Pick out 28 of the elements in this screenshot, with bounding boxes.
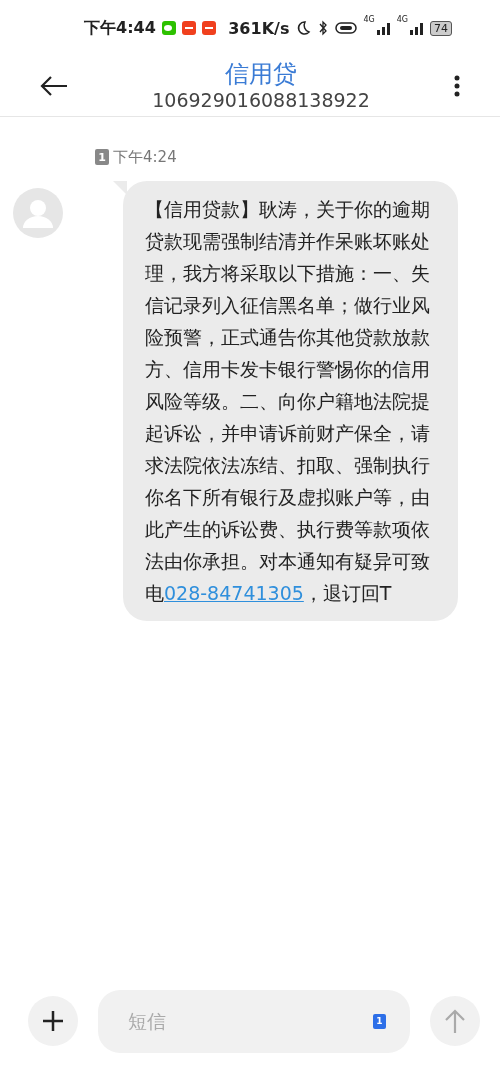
network-type: 4G <box>396 15 408 24</box>
network-type: 4G <box>363 15 375 24</box>
more-button[interactable] <box>454 75 460 97</box>
app-icon <box>181 21 196 35</box>
status-time: 下午4:44 <box>84 17 156 39</box>
more-icon <box>454 75 460 97</box>
chat-app-icon <box>161 21 176 35</box>
message-input[interactable]: 短信 <box>126 1009 373 1033</box>
add-button[interactable] <box>28 996 78 1046</box>
battery-level: 74 <box>430 20 452 36</box>
message-time: 下午4:24 <box>113 147 177 167</box>
sim-icon: 1 <box>95 149 109 165</box>
message-text: 【信用贷款】耿涛，关于你的逾期贷款现需强制结清并作呆账坏账处理，我方将采取以下措施：一、失信记录列入征信黑名单；做行业风险预警，正式通告你其他贷款放款方、信用卡发卡银行警惕你的信用风险等级。二、向你户籍地法院提起诉讼，并申请诉前财产保全，请求法院依法冻结、扣取、强制执行你名下所有银行及虚拟账户等，由此产生的诉讼费、执行费等款项依法由你承担。对本通知有疑异可致电028-84741305，退订回T <box>145 197 431 606</box>
moon-icon <box>295 20 312 36</box>
contact-name: 信用贷 <box>225 60 297 88</box>
message-field[interactable]: 短信 1 <box>98 989 410 1053</box>
signal-icon <box>410 21 424 35</box>
app-icon <box>201 21 216 35</box>
back-arrow-icon <box>40 76 68 96</box>
avatar-icon <box>13 188 63 238</box>
sim-icon: 1 <box>373 1013 386 1029</box>
phone-number: 106929016088138922 <box>152 88 370 112</box>
network-speed: 361K/s <box>228 18 290 38</box>
plus-icon <box>42 1010 64 1032</box>
phone-link[interactable]: 028-84741305 <box>164 582 304 604</box>
signal-icon <box>376 21 391 35</box>
up-arrow-icon <box>445 1009 465 1033</box>
back-button[interactable] <box>40 76 68 96</box>
